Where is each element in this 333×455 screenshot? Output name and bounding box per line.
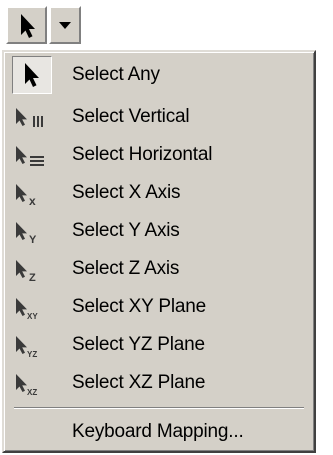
svg-text:Y: Y bbox=[29, 234, 37, 246]
menu-item-label: Select XZ Plane bbox=[72, 372, 206, 393]
select-xz-plane-icon: XZ bbox=[12, 364, 52, 402]
menu-item-select-yz-plane[interactable]: YZ Select YZ Plane bbox=[8, 326, 308, 364]
svg-text:XZ: XZ bbox=[27, 388, 37, 397]
menu-separator bbox=[14, 407, 304, 409]
menu-item-label: Select Vertical bbox=[72, 106, 190, 127]
menu-item-select-x-axis[interactable]: x Select X Axis bbox=[8, 174, 308, 212]
menu-item-select-xz-plane[interactable]: XZ Select XZ Plane bbox=[8, 364, 308, 402]
menu-item-label: Keyboard Mapping... bbox=[72, 421, 244, 442]
menu-item-keyboard-mapping[interactable]: Keyboard Mapping... bbox=[8, 413, 308, 451]
select-any-icon bbox=[12, 56, 52, 94]
select-mode-split-button bbox=[2, 2, 84, 48]
menu-item-select-vertical[interactable]: Select Vertical bbox=[8, 98, 308, 136]
select-y-axis-icon: Y bbox=[12, 212, 52, 250]
menu-item-select-any[interactable]: Select Any bbox=[8, 56, 308, 94]
select-mode-button[interactable] bbox=[6, 6, 47, 44]
svg-text:Z: Z bbox=[29, 272, 36, 284]
select-yz-plane-icon: YZ bbox=[12, 326, 52, 364]
menu-item-label: Select YZ Plane bbox=[72, 334, 205, 355]
menu-item-label: Select Horizontal bbox=[72, 144, 213, 165]
select-vertical-icon bbox=[12, 98, 52, 136]
menu-item-label: Select Any bbox=[72, 64, 160, 85]
menu-item-select-xy-plane[interactable]: XY Select XY Plane bbox=[8, 288, 308, 326]
svg-text:x: x bbox=[29, 194, 36, 208]
select-x-axis-icon: x bbox=[12, 174, 52, 212]
select-z-axis-icon: Z bbox=[12, 250, 52, 288]
select-mode-menu: Select Any Select Vertical Select Horizo… bbox=[2, 50, 316, 453]
menu-item-select-z-axis[interactable]: Z Select Z Axis bbox=[8, 250, 308, 288]
svg-text:YZ: YZ bbox=[27, 350, 37, 359]
select-xy-plane-icon: XY bbox=[12, 288, 52, 326]
menu-item-select-y-axis[interactable]: Y Select Y Axis bbox=[8, 212, 308, 250]
menu-item-label: Select X Axis bbox=[72, 182, 181, 203]
menu-item-select-horizontal[interactable]: Select Horizontal bbox=[8, 136, 308, 174]
dropdown-triangle-icon bbox=[59, 22, 71, 29]
menu-item-label: Select Y Axis bbox=[72, 220, 180, 241]
menu-item-label: Select Z Axis bbox=[72, 258, 180, 279]
svg-text:XY: XY bbox=[27, 312, 38, 321]
select-horizontal-icon bbox=[12, 136, 52, 174]
menu-item-label: Select XY Plane bbox=[72, 296, 206, 317]
select-arrow-icon bbox=[21, 14, 35, 38]
select-mode-dropdown-button[interactable] bbox=[49, 6, 81, 44]
